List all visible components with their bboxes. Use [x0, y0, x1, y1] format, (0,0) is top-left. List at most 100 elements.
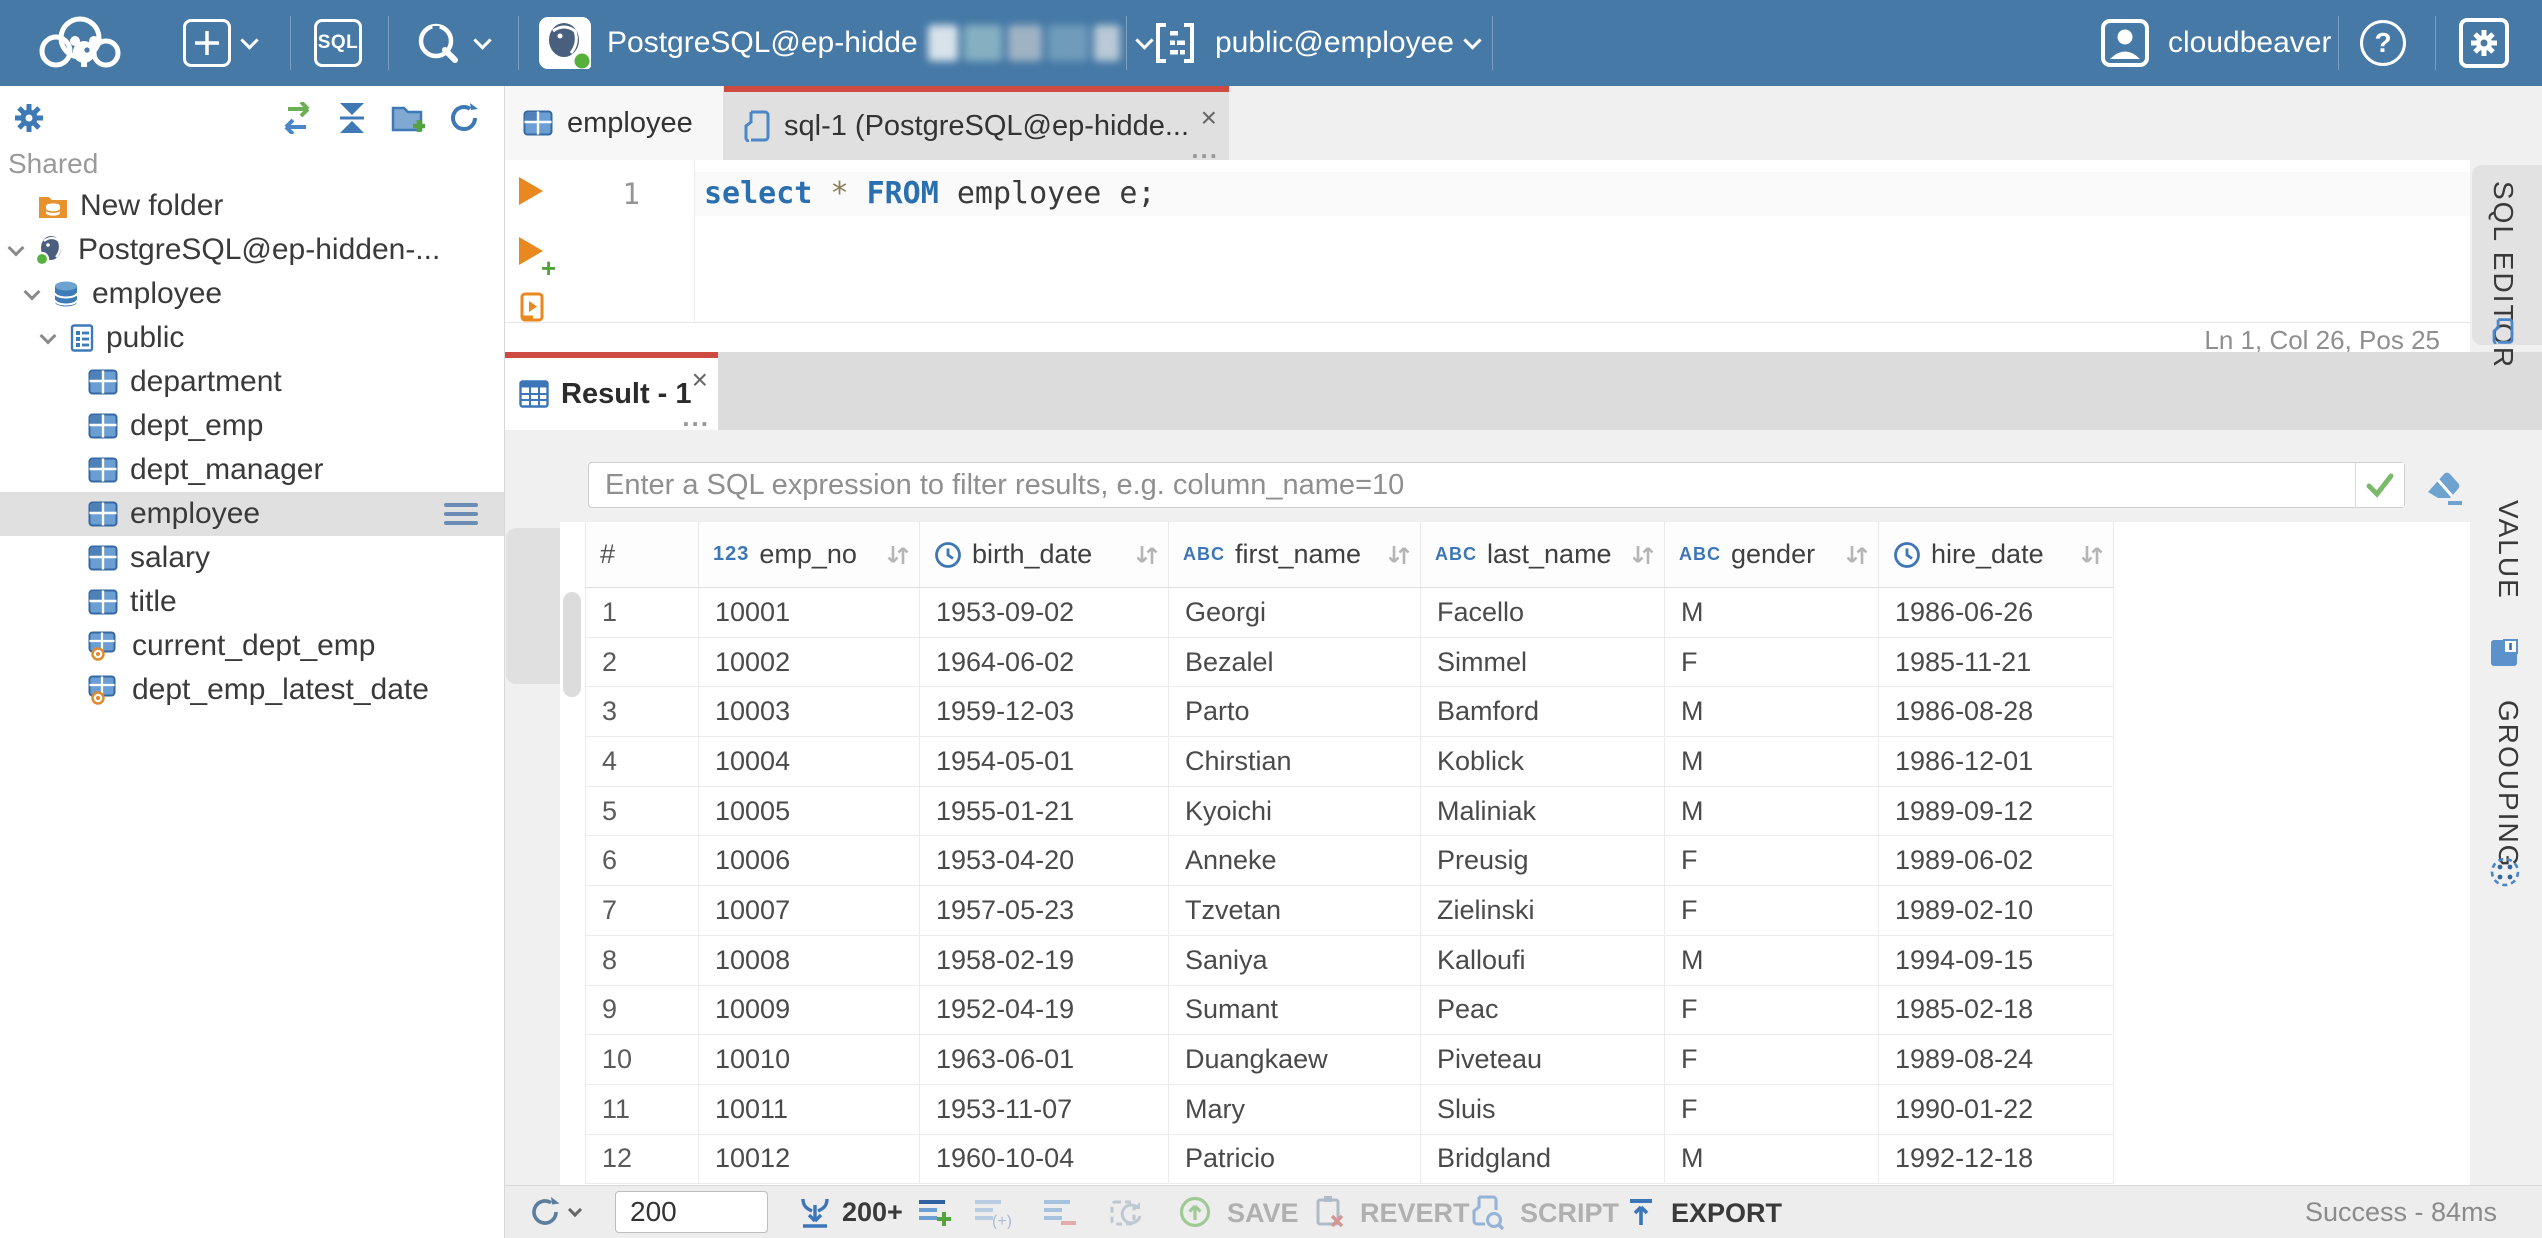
export-button[interactable] — [1624, 1186, 1658, 1238]
sort-icon[interactable] — [1134, 541, 1160, 569]
driver-manager-button[interactable] — [412, 0, 492, 86]
value-panel-label[interactable]: VALUE — [2492, 500, 2524, 600]
data-cell[interactable]: F — [1665, 985, 1879, 1036]
data-cell[interactable]: 1954-05-01 — [920, 737, 1169, 787]
script-label[interactable]: SCRIPT — [1520, 1198, 1619, 1229]
data-cell[interactable]: 1953-04-20 — [920, 836, 1169, 887]
column-header-emp-no[interactable]: 123 emp_no — [699, 522, 920, 588]
data-cell[interactable]: 1959-12-03 — [920, 687, 1169, 738]
sidebar-item-table-employee[interactable]: employee — [0, 492, 504, 536]
data-cell[interactable]: 1963-06-01 — [920, 1035, 1169, 1085]
tab-sql-editor[interactable]: sql-1 (PostgreSQL@ep-hidde... × ... — [724, 86, 1229, 162]
data-cell[interactable]: 1953-11-07 — [920, 1084, 1169, 1135]
column-header-first-name[interactable]: ABC first_name — [1169, 522, 1421, 588]
tab-table-view[interactable] — [506, 528, 560, 684]
expand-chevron-icon[interactable] — [39, 327, 57, 345]
execute-new-tab-button[interactable]: + — [519, 237, 556, 281]
data-cell[interactable]: M — [1665, 786, 1879, 837]
fetch-more-button[interactable]: 200+ — [798, 1186, 903, 1238]
row-number-cell[interactable]: 2 — [585, 637, 699, 688]
settings-button[interactable] — [2458, 0, 2510, 86]
open-sql-editor-button[interactable]: SQL — [314, 0, 362, 86]
column-header-birth-date[interactable]: birth_date — [920, 522, 1169, 588]
tab-employee[interactable]: employee — [505, 86, 724, 160]
row-number-cell[interactable]: 5 — [585, 786, 699, 837]
save-button[interactable] — [1178, 1186, 1212, 1238]
data-cell[interactable]: 1985-02-18 — [1879, 985, 2114, 1036]
data-cell[interactable]: 10001 — [699, 588, 920, 638]
sidebar-settings-gear-icon[interactable] — [10, 99, 48, 137]
sidebar-item-table-salary[interactable]: salary — [0, 536, 504, 580]
expand-chevron-icon[interactable] — [7, 239, 25, 257]
data-cell[interactable]: Duangkaew — [1169, 1035, 1421, 1085]
sidebar-item-table-dept-emp[interactable]: dept_emp — [0, 404, 504, 448]
expand-chevron-icon[interactable] — [23, 283, 41, 301]
data-cell[interactable]: 10002 — [699, 637, 920, 688]
grouping-panel-label[interactable]: GROUPING — [2492, 700, 2524, 868]
column-header-last-name[interactable]: ABC last_name — [1421, 522, 1665, 588]
sort-icon[interactable] — [1630, 541, 1656, 569]
data-cell[interactable]: M — [1665, 588, 1879, 638]
data-cell[interactable]: Saniya — [1169, 935, 1421, 986]
data-cell[interactable]: 1989-08-24 — [1879, 1035, 2114, 1085]
data-cell[interactable]: 10009 — [699, 985, 920, 1036]
sort-icon[interactable] — [1386, 541, 1412, 569]
data-cell[interactable]: F — [1665, 1035, 1879, 1085]
sidebar-item-view-current-dept-emp[interactable]: current_dept_emp — [0, 624, 504, 668]
row-number-cell[interactable]: 10 — [585, 1035, 699, 1085]
link-with-editor-icon[interactable] — [280, 102, 314, 134]
data-cell[interactable]: 1994-09-15 — [1879, 935, 2114, 986]
data-cell[interactable]: 1990-01-22 — [1879, 1084, 2114, 1135]
grouping-panel-icon[interactable] — [2489, 856, 2521, 888]
data-cell[interactable]: F — [1665, 1084, 1879, 1135]
data-cell[interactable]: Anneke — [1169, 836, 1421, 887]
tab-result-1[interactable]: Result - 1 × ... — [505, 352, 718, 430]
row-number-cell[interactable]: 1 — [585, 588, 699, 638]
data-cell[interactable]: F — [1665, 886, 1879, 936]
data-cell[interactable]: Tzvetan — [1169, 886, 1421, 936]
value-panel-icon[interactable] — [2489, 638, 2519, 668]
export-label[interactable]: EXPORT — [1671, 1198, 1782, 1229]
data-cell[interactable]: 10008 — [699, 935, 920, 986]
data-cell[interactable]: Bezalel — [1169, 637, 1421, 688]
data-cell[interactable]: 1989-09-12 — [1879, 786, 2114, 837]
data-cell[interactable]: Mary — [1169, 1084, 1421, 1135]
sidebar-item-schema-public[interactable]: public — [0, 316, 504, 360]
data-cell[interactable]: 10007 — [699, 886, 920, 936]
data-cell[interactable]: 10003 — [699, 687, 920, 738]
add-row-button[interactable] — [916, 1186, 952, 1238]
data-cell[interactable]: 10010 — [699, 1035, 920, 1085]
data-cell[interactable]: F — [1665, 836, 1879, 887]
sql-editor-panel-icon[interactable] — [2492, 318, 2514, 344]
sidebar-item-view-dept-emp-latest-date[interactable]: dept_emp_latest_date — [0, 668, 504, 712]
data-cell[interactable]: 1960-10-04 — [920, 1134, 1169, 1185]
sort-icon[interactable] — [2079, 541, 2105, 569]
column-header-gender[interactable]: ABC gender — [1665, 522, 1879, 588]
data-cell[interactable]: M — [1665, 1134, 1879, 1185]
data-cell[interactable]: Sumant — [1169, 985, 1421, 1036]
data-cell[interactable]: Bridgland — [1421, 1134, 1665, 1185]
data-cell[interactable]: 1953-09-02 — [920, 588, 1169, 638]
collapse-all-icon[interactable] — [336, 101, 368, 135]
data-cell[interactable]: 1992-12-18 — [1879, 1134, 2114, 1185]
data-cell[interactable]: 1986-06-26 — [1879, 588, 2114, 638]
execute-query-button[interactable] — [519, 177, 543, 205]
refresh-icon[interactable] — [447, 101, 481, 135]
data-cell[interactable]: M — [1665, 935, 1879, 986]
data-cell[interactable]: Kyoichi — [1169, 786, 1421, 837]
sql-code-line[interactable]: select * FROM employee e; — [704, 172, 1156, 216]
row-number-cell[interactable]: 4 — [585, 737, 699, 787]
sidebar-item-database-employee[interactable]: employee — [0, 272, 504, 316]
data-cell[interactable]: 1955-01-21 — [920, 786, 1169, 837]
data-cell[interactable]: Peac — [1421, 985, 1665, 1036]
data-cell[interactable]: 1986-08-28 — [1879, 687, 2114, 738]
row-limit-input[interactable] — [615, 1191, 768, 1233]
data-cell[interactable]: 10006 — [699, 836, 920, 887]
row-number-cell[interactable]: 6 — [585, 836, 699, 887]
revert-label[interactable]: REVERT — [1360, 1198, 1470, 1229]
data-cell[interactable]: Preusig — [1421, 836, 1665, 887]
row-number-cell[interactable]: 9 — [585, 985, 699, 1036]
data-cell[interactable]: 10004 — [699, 737, 920, 787]
tab-more-icon[interactable]: ... — [1191, 136, 1219, 162]
data-cell[interactable]: Georgi — [1169, 588, 1421, 638]
